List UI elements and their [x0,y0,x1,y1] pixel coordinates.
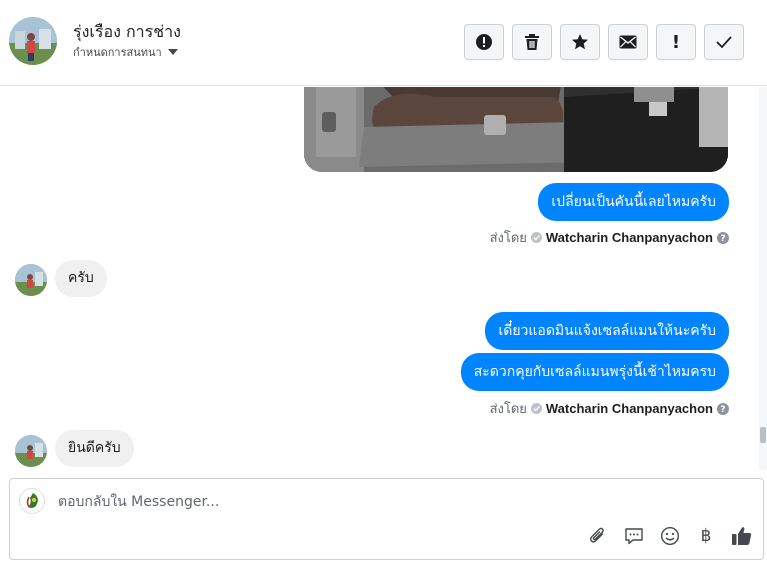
composer-tools: ฿ [587,525,753,547]
baht-icon: ฿ [700,526,712,546]
smiley-icon [660,526,680,546]
svg-text:?: ? [720,234,725,244]
contact-avatar-small[interactable] [15,264,47,296]
check-icon [716,36,732,49]
assign-label: กำหนดการสนทนา [73,46,162,59]
sent-by-line: ส่งโดย Watcharin Chanpanyachon ? [490,227,729,248]
contact-avatar[interactable] [9,17,57,65]
svg-text:?: ? [720,405,725,415]
message-thread[interactable]: เปลี่ยนเป็นคันนี้เลยไหมครับ ส่งโดย Watch… [0,87,767,470]
thread-scrollbar[interactable] [759,87,767,470]
paperclip-icon [589,527,604,543]
emoji-button[interactable] [659,525,681,547]
contact-avatar-small[interactable] [15,435,47,467]
verified-icon [530,403,542,414]
thumbs-up-icon [732,527,752,545]
trash-icon [525,34,539,50]
star-button[interactable] [560,24,600,60]
contact-name[interactable]: รุ่งเรือง การช่าง [73,20,181,45]
page-avatar [19,488,45,514]
conversation-header: รุ่งเรือง การช่าง กำหนดการสนทนา ! [0,0,767,86]
incoming-message[interactable]: ครับ [55,260,107,297]
attach-button[interactable] [587,525,609,547]
conversation-toolbar: ! [464,24,744,60]
sender-name[interactable]: Watcharin Chanpanyachon [546,401,713,416]
speech-bubble-icon [625,528,643,545]
caret-down-icon [167,49,178,55]
car-interior-photo[interactable] [304,87,728,172]
outgoing-message[interactable]: เปลี่ยนเป็นคันนี้เลยไหมครับ [538,183,729,221]
verified-icon [530,232,542,243]
like-button[interactable] [731,525,753,547]
priority-button[interactable]: ! [656,24,696,60]
reply-input[interactable] [58,492,618,512]
alert-circle-icon [476,34,492,50]
star-icon [572,34,588,50]
payment-button[interactable]: ฿ [695,525,717,547]
help-icon[interactable]: ? [717,231,729,244]
reply-composer: ฿ [9,478,764,560]
outgoing-message[interactable]: เดี๋ยวแอดมินแจ้งเซลล์แมนให้นะครับ [485,312,729,350]
sent-by-line: ส่งโดย Watcharin Chanpanyachon ? [490,398,729,419]
unread-button[interactable] [608,24,648,60]
exclamation-icon: ! [671,31,681,53]
incoming-message[interactable]: ยินดีครับ [55,430,134,467]
outgoing-message[interactable]: สะดวกคุยกับเซลล์แมนพรุ่งนี้เช้าไหมครบ [460,353,729,391]
assign-conversation-dropdown[interactable]: กำหนดการสนทนา [73,43,178,61]
spam-button[interactable] [464,24,504,60]
sent-by-prefix: ส่งโดย [489,402,527,417]
help-icon[interactable]: ? [717,402,729,415]
done-button[interactable] [704,24,744,60]
sent-by-prefix: ส่งโดย [489,231,527,246]
scrollbar-thumb[interactable] [760,427,766,443]
delete-button[interactable] [512,24,552,60]
envelope-icon [619,35,637,49]
saved-replies-button[interactable] [623,525,645,547]
sender-name[interactable]: Watcharin Chanpanyachon [546,230,713,245]
